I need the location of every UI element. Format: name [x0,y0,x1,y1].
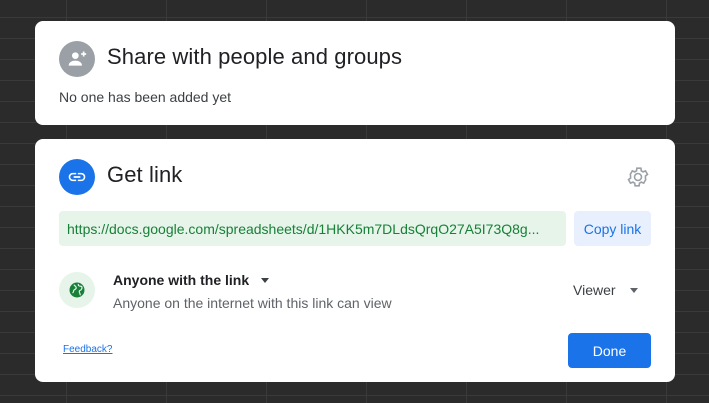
link-icon [59,159,95,195]
get-link-card: Get link https://docs.google.com/spreads… [35,139,675,382]
share-url-field[interactable]: https://docs.google.com/spreadsheets/d/1… [59,211,566,246]
share-people-card: Share with people and groups No one has … [35,21,675,125]
access-description: Anyone on the internet with this link ca… [113,295,392,311]
access-scope-label: Anyone with the link [113,272,250,288]
share-empty-text: No one has been added yet [59,89,232,105]
role-label: Viewer [573,282,616,298]
chevron-down-icon [629,287,638,293]
copy-link-button[interactable]: Copy link [574,211,651,246]
get-link-title: Get link [107,162,183,187]
done-button[interactable]: Done [568,333,651,368]
access-scope-dropdown[interactable]: Anyone with the link [113,272,270,288]
chevron-down-icon [261,277,270,283]
role-dropdown[interactable]: Viewer [573,282,638,298]
globe-icon [59,272,95,308]
share-title: Share with people and groups [107,44,403,69]
feedback-link[interactable]: Feedback? [63,344,112,355]
gear-icon[interactable] [625,164,651,190]
share-url-text: https://docs.google.com/spreadsheets/d/1… [67,220,540,237]
person-add-icon [59,41,95,77]
